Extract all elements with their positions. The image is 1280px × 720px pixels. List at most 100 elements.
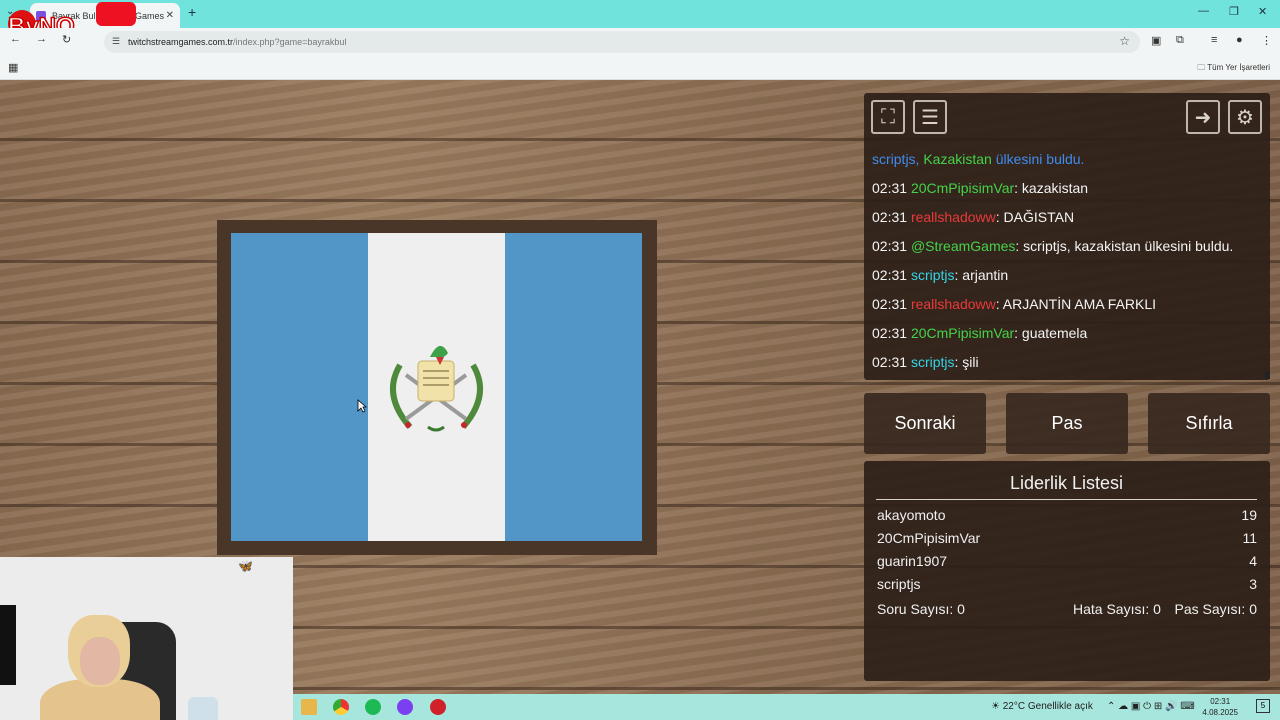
url-host: twitchstreamgames.com.tr [128, 37, 234, 47]
pass-count: Pas Sayısı: 0 [1174, 601, 1257, 617]
chat-message: 02:31 scriptjs: şili [872, 354, 1264, 383]
chrome-icon[interactable] [333, 699, 349, 715]
settings-button[interactable]: ⚙ [1228, 100, 1262, 134]
folder-icon: 🗀 [1197, 63, 1208, 72]
chat-segment: scriptjs, [872, 151, 924, 167]
leaderboard-row: scriptjs 3 [877, 576, 1257, 599]
notification-icon[interactable]: 5 [1256, 699, 1270, 713]
weather-text: 22°C Genellikle açık [1002, 701, 1093, 712]
chat-message: 02:31 reallshadoww: DAĞISTAN [872, 209, 1264, 238]
clock-date: 4.08.2025 [1202, 708, 1238, 717]
question-count: Soru Sayısı: 0 [877, 601, 965, 617]
taskbar: ☀ 22°C Genellikle açık ⌃ ☁ ▣ ⏻ ⊞ 🔊 ⌨ 02:… [293, 694, 1280, 720]
player-name: 20CmPipisimVar [877, 530, 981, 546]
restore-icon[interactable]: ❐ [1229, 5, 1239, 18]
apps-grid-icon[interactable]: ▦ [8, 61, 18, 74]
chat-user: 20CmPipisimVar [910, 180, 1015, 196]
notes-button[interactable]: ☰ [913, 100, 947, 134]
chat-text: : arjantin [954, 267, 1009, 283]
chat-time: 02:31 [872, 354, 908, 370]
reload-icon[interactable]: ↻ [62, 33, 71, 46]
pass-button[interactable]: Pas [1006, 393, 1128, 454]
extensions-icon[interactable]: ⧉ [1176, 34, 1184, 47]
document-icon: ☰ [921, 106, 939, 129]
chat-message: 02:31 20CmPipisimVar: guatemela [872, 325, 1264, 354]
back-icon[interactable]: ← [10, 33, 21, 45]
error-count: Hata Sayısı: 0 [1073, 601, 1161, 617]
flag-band-right [505, 233, 642, 541]
player-name: guarin1907 [877, 553, 948, 569]
discord-icon[interactable] [397, 699, 413, 715]
screenshot-icon[interactable]: ▣ [1151, 34, 1161, 47]
player-name: akayomoto [877, 507, 946, 523]
exit-icon: ➜ [1194, 106, 1212, 129]
url-field[interactable]: ☰ twitchstreamgames.com.tr/index.php?gam… [104, 31, 1140, 53]
chat-user: reallshadoww [910, 296, 996, 312]
address-bar-row: ← → ↻ ☰ twitchstreamgames.com.tr/index.p… [0, 28, 1280, 56]
reset-button[interactable]: Sıfırla [1148, 393, 1270, 454]
chat-user: reallshadoww [910, 209, 996, 225]
flag-band-center [368, 233, 505, 541]
player-score: 4 [1249, 553, 1257, 569]
chat-time: 02:31 [872, 267, 908, 283]
system-clock[interactable]: 02:31 4.08.2025 [1202, 696, 1238, 718]
coat-of-arms-emblem [390, 345, 483, 432]
chat-segment: ülkesini buldu. [991, 151, 1085, 167]
chat-messages: scriptjs, Kazakistan ülkesini buldu. 02:… [872, 151, 1264, 383]
chat-segment: Kazakistan [923, 151, 992, 167]
url-path: /index.php?game=bayrakbul [233, 37, 347, 47]
webcam-overlay: 🦋 [0, 557, 293, 720]
streamer-face [80, 637, 120, 685]
chat-user: 20CmPipisimVar [910, 325, 1015, 341]
bookmarks-bar: ▦ 🗀 Tüm Yer İşaretleri [0, 56, 1280, 80]
file-explorer-icon[interactable] [301, 699, 317, 715]
flag-band-left [231, 233, 368, 541]
more-menu-icon[interactable]: ⋮ [1261, 34, 1272, 47]
new-tab-button[interactable]: + [188, 4, 196, 20]
mouse-cursor-icon [357, 399, 367, 413]
media-icon[interactable]: ≡ [1211, 34, 1217, 46]
close-window-icon[interactable]: ✕ [1258, 5, 1267, 18]
profile-avatar-icon[interactable]: ● [1236, 34, 1243, 46]
fullscreen-button[interactable]: ⛶ [871, 100, 905, 134]
leaderboard-row: guarin1907 4 [877, 553, 1257, 576]
chat-user: scriptjs [910, 267, 955, 283]
weather-widget[interactable]: ☀ 22°C Genellikle açık [991, 701, 1093, 712]
fullscreen-icon: ⛶ [881, 105, 895, 128]
weather-icon: ☀ [991, 701, 1003, 712]
all-bookmarks-label: Tüm Yer İşaretleri [1207, 63, 1270, 72]
chat-text: : şili [954, 354, 979, 370]
chat-message-system: scriptjs, Kazakistan ülkesini buldu. [872, 151, 1264, 180]
player-name: scriptjs [877, 576, 921, 592]
next-button[interactable]: Sonraki [864, 393, 986, 454]
chat-text: : DAĞISTAN [995, 209, 1075, 225]
chat-time: 02:31 [872, 180, 908, 196]
chat-user: scriptjs [910, 354, 955, 370]
all-bookmarks-link[interactable]: 🗀 Tüm Yer İşaretleri [1197, 62, 1270, 76]
exit-button[interactable]: ➜ [1186, 100, 1220, 134]
chat-time: 02:31 [872, 238, 908, 254]
leaderboard-row: 20CmPipisimVar 11 [877, 530, 1257, 553]
spotify-icon[interactable] [365, 699, 381, 715]
chat-message: 02:31 @StreamGames: scriptjs, kazakistan… [872, 238, 1264, 267]
flag-frame [217, 220, 657, 555]
tray-icons[interactable]: ⌃ ☁ ▣ ⏻ ⊞ 🔊 ⌨ [1107, 701, 1195, 712]
bookmark-star-icon[interactable]: ☆ [1119, 34, 1130, 48]
site-info-icon[interactable]: ☰ [112, 36, 120, 47]
chat-time: 02:31 [872, 325, 908, 341]
tab-strip: ⌄ Bayrak Bul - Stream Games ✕ + — ❐ ✕ [0, 0, 1280, 28]
leaderboard-title: Liderlik Listesi [876, 473, 1257, 500]
flag-image [231, 233, 642, 541]
close-tab-icon[interactable]: ✕ [166, 10, 174, 21]
minimize-icon[interactable]: — [1198, 5, 1209, 17]
chat-message: 02:31 scriptjs: arjantin [872, 267, 1264, 296]
chat-panel: ⛶ ☰ ➜ ⚙ scriptjs, Kazakistan ülkesini bu… [864, 93, 1270, 380]
forward-icon[interactable]: → [36, 33, 47, 45]
chat-text: : ARJANTİN AMA FARKLI [995, 296, 1157, 312]
clock-time: 02:31 [1210, 697, 1231, 706]
chat-text: : guatemela [1014, 325, 1088, 341]
chat-scrollbar[interactable] [1265, 371, 1270, 379]
obs-icon[interactable] [430, 699, 446, 715]
leaderboard-panel: Liderlik Listesi akayomoto 19 20CmPipisi… [864, 461, 1270, 681]
chat-message: 02:31 20CmPipisimVar: kazakistan [872, 180, 1264, 209]
